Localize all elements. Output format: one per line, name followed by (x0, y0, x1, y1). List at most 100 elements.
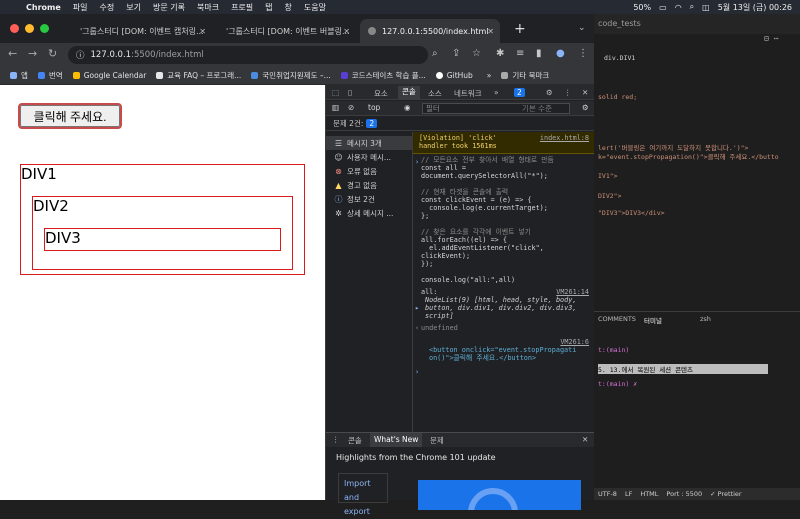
status-live-server[interactable]: Port : 5500 (666, 490, 702, 498)
zoom-icon[interactable]: ⌕ (432, 48, 438, 59)
issues-count-badge[interactable]: 2 (366, 119, 378, 128)
menu-tab[interactable]: 탭 (265, 2, 272, 13)
close-devtools-icon[interactable]: ✕ (582, 88, 588, 97)
menu-file[interactable]: 파일 (73, 2, 88, 13)
element-output[interactable]: on()">클릭해 주세요.</button> (429, 354, 536, 362)
bookmark-apps[interactable]: 앱 (10, 70, 28, 81)
context-select[interactable]: top (368, 103, 380, 112)
reading-list-icon[interactable]: ≡ (516, 48, 524, 59)
bookmarks-overflow[interactable]: » (487, 71, 492, 80)
source-link[interactable]: index.html:8 (540, 134, 589, 142)
status-prettier[interactable]: ✓ Prettier (710, 490, 741, 498)
console-prompt-icon[interactable]: › (415, 368, 419, 376)
sidebar-item-user-messages[interactable]: ☺ 사용자 메시... (326, 150, 413, 164)
tab-sources[interactable]: 소스 (428, 88, 442, 99)
chevron-down-icon[interactable]: ⌄ (578, 23, 586, 33)
side-panel-icon[interactable]: ▮ (536, 48, 542, 59)
search-icon[interactable]: ⌕ (690, 2, 694, 12)
battery-icon[interactable]: ▭ (659, 3, 667, 12)
reload-icon[interactable]: ↻ (48, 47, 57, 60)
drawer-tab-issues[interactable]: 문제 (430, 435, 444, 446)
menu-help[interactable]: 도움말 (304, 2, 326, 13)
drawer-menu-icon[interactable]: ⋮ (332, 435, 340, 444)
import-export-link[interactable]: Import and export (338, 473, 388, 516)
status-encoding[interactable]: UTF-8 (598, 490, 617, 498)
minimize-window-icon[interactable] (25, 24, 34, 33)
terminal-shell[interactable]: zsh (700, 315, 711, 323)
sidebar-item-warnings[interactable]: ▲ 경고 없음 (326, 178, 413, 192)
panel-tab-terminal[interactable]: 터미널 (644, 315, 662, 325)
drawer-tab-console[interactable]: 콘솔 (348, 435, 362, 446)
maximize-window-icon[interactable] (40, 24, 49, 33)
sidebar-toggle-icon[interactable]: ▥ (332, 103, 339, 112)
menu-view[interactable]: 보기 (126, 2, 141, 13)
sidebar-item-info[interactable]: ⓘ 정보 2건 (326, 192, 413, 206)
status-eol[interactable]: LF (625, 490, 632, 498)
new-tab-icon[interactable]: + (514, 21, 526, 37)
tab-network[interactable]: 네트워크 (454, 88, 482, 99)
bookmark-google-calendar[interactable]: Google Calendar (72, 71, 146, 80)
bookmark-edu-faq[interactable]: 교육 FAQ – 프로그래... (156, 70, 241, 81)
close-drawer-icon[interactable]: ✕ (582, 435, 588, 444)
menu-edit[interactable]: 수정 (100, 2, 115, 13)
menu-history[interactable]: 방문 기록 (153, 2, 185, 13)
extensions-icon[interactable]: ✱ (496, 48, 504, 59)
bookmark-star-icon[interactable]: ☆ (472, 48, 481, 59)
back-icon[interactable]: ← (8, 47, 17, 60)
close-window-icon[interactable] (10, 24, 19, 33)
clear-console-icon[interactable]: ⊘ (348, 103, 354, 112)
close-tab-icon[interactable]: ✕ (199, 27, 206, 36)
issues-badge[interactable]: 2 (514, 88, 525, 97)
nodelist-line[interactable]: script] (425, 312, 454, 320)
share-icon[interactable]: ⇪ (452, 48, 460, 59)
sidebar-item-errors[interactable]: ⊗ 오류 없음 (326, 164, 413, 178)
bookmark-other[interactable]: 기타 북마크 (501, 70, 549, 81)
status-language[interactable]: HTML (640, 490, 658, 498)
bookmark-translate[interactable]: 번역 (37, 70, 63, 81)
split-editor-icon[interactable]: ⊟ ⋯ (764, 34, 778, 43)
more-menu-icon[interactable]: ⋮ (578, 48, 588, 59)
expand-arrow-icon[interactable]: ▸ (415, 304, 419, 312)
bookmark-employment[interactable]: 국민취업지원제도 –... (251, 70, 331, 81)
device-toolbar-icon[interactable]: ▯ (348, 88, 352, 97)
log-levels-select[interactable]: 기본 수준 (522, 103, 552, 114)
menu-profiles[interactable]: 프로필 (231, 2, 253, 13)
close-tab-icon[interactable]: ✕ (487, 27, 494, 36)
console-settings-icon[interactable]: ⚙ (582, 103, 589, 112)
tab-elements[interactable]: 요소 (374, 88, 388, 99)
address-bar[interactable]: ⓘ 127.0.0.1:5500/index.html (68, 46, 428, 64)
click-me-button[interactable]: 클릭해 주세요. (18, 103, 122, 129)
profile-avatar-icon[interactable]: ● (556, 48, 565, 59)
info-icon[interactable]: ⓘ (76, 49, 85, 61)
inspect-icon[interactable]: ⬚ (332, 88, 339, 97)
sidebar-item-verbose[interactable]: ✲ 상세 메시지 ... (326, 206, 413, 220)
breadcrumb[interactable]: div.DIV1 (604, 54, 635, 62)
bookmark-github[interactable]: GitHub (435, 71, 473, 80)
drawer-tab-whats-new[interactable]: What's New (370, 433, 423, 447)
forward-icon[interactable]: → (28, 47, 37, 60)
menu-window[interactable]: 창 (285, 2, 292, 13)
eye-icon[interactable]: ◉ (404, 103, 411, 112)
issues-bar[interactable]: 문제 2건: 2 (326, 117, 595, 131)
close-tab-icon[interactable]: ✕ (343, 27, 350, 36)
globe-icon (368, 27, 376, 35)
tab-event-bubbling[interactable]: '그룹스터디 [DOM: 이벤트 버블링... ✕ (218, 19, 356, 43)
settings-gear-icon[interactable]: ⚙ (546, 88, 553, 97)
div3-box[interactable]: DIV3 (44, 228, 281, 251)
sidebar-item-messages[interactable]: ☰ 메시지 3개 (326, 136, 413, 150)
more-menu-icon[interactable]: ⋮ (564, 88, 572, 97)
control-center-icon[interactable]: ◫ (702, 3, 710, 12)
tab-event-capturing[interactable]: '그룹스터디 [DOM: 이벤트 캡처링... ✕ (72, 19, 212, 43)
menubar-clock[interactable]: 5월 13일 (금) 00:26 (718, 2, 792, 13)
bookmark-codestates[interactable]: 코드스테이츠 학습 플... (340, 70, 426, 81)
tab-console[interactable]: 콘솔 (398, 86, 420, 99)
menu-bookmarks[interactable]: 북마크 (197, 2, 219, 13)
more-tabs-icon[interactable]: » (494, 88, 499, 97)
div1-box[interactable]: DIV1 DIV2 DIV3 (20, 164, 305, 275)
panel-tab-comments[interactable]: COMMENTS (598, 315, 636, 323)
wifi-icon[interactable]: ◠ (675, 3, 682, 12)
div2-box[interactable]: DIV2 DIV3 (32, 196, 293, 270)
expand-icon[interactable]: › (415, 158, 419, 166)
menu-app-name[interactable]: Chrome (26, 3, 61, 12)
tab-index-html[interactable]: 127.0.0.1:5500/index.html ✕ (360, 19, 500, 43)
